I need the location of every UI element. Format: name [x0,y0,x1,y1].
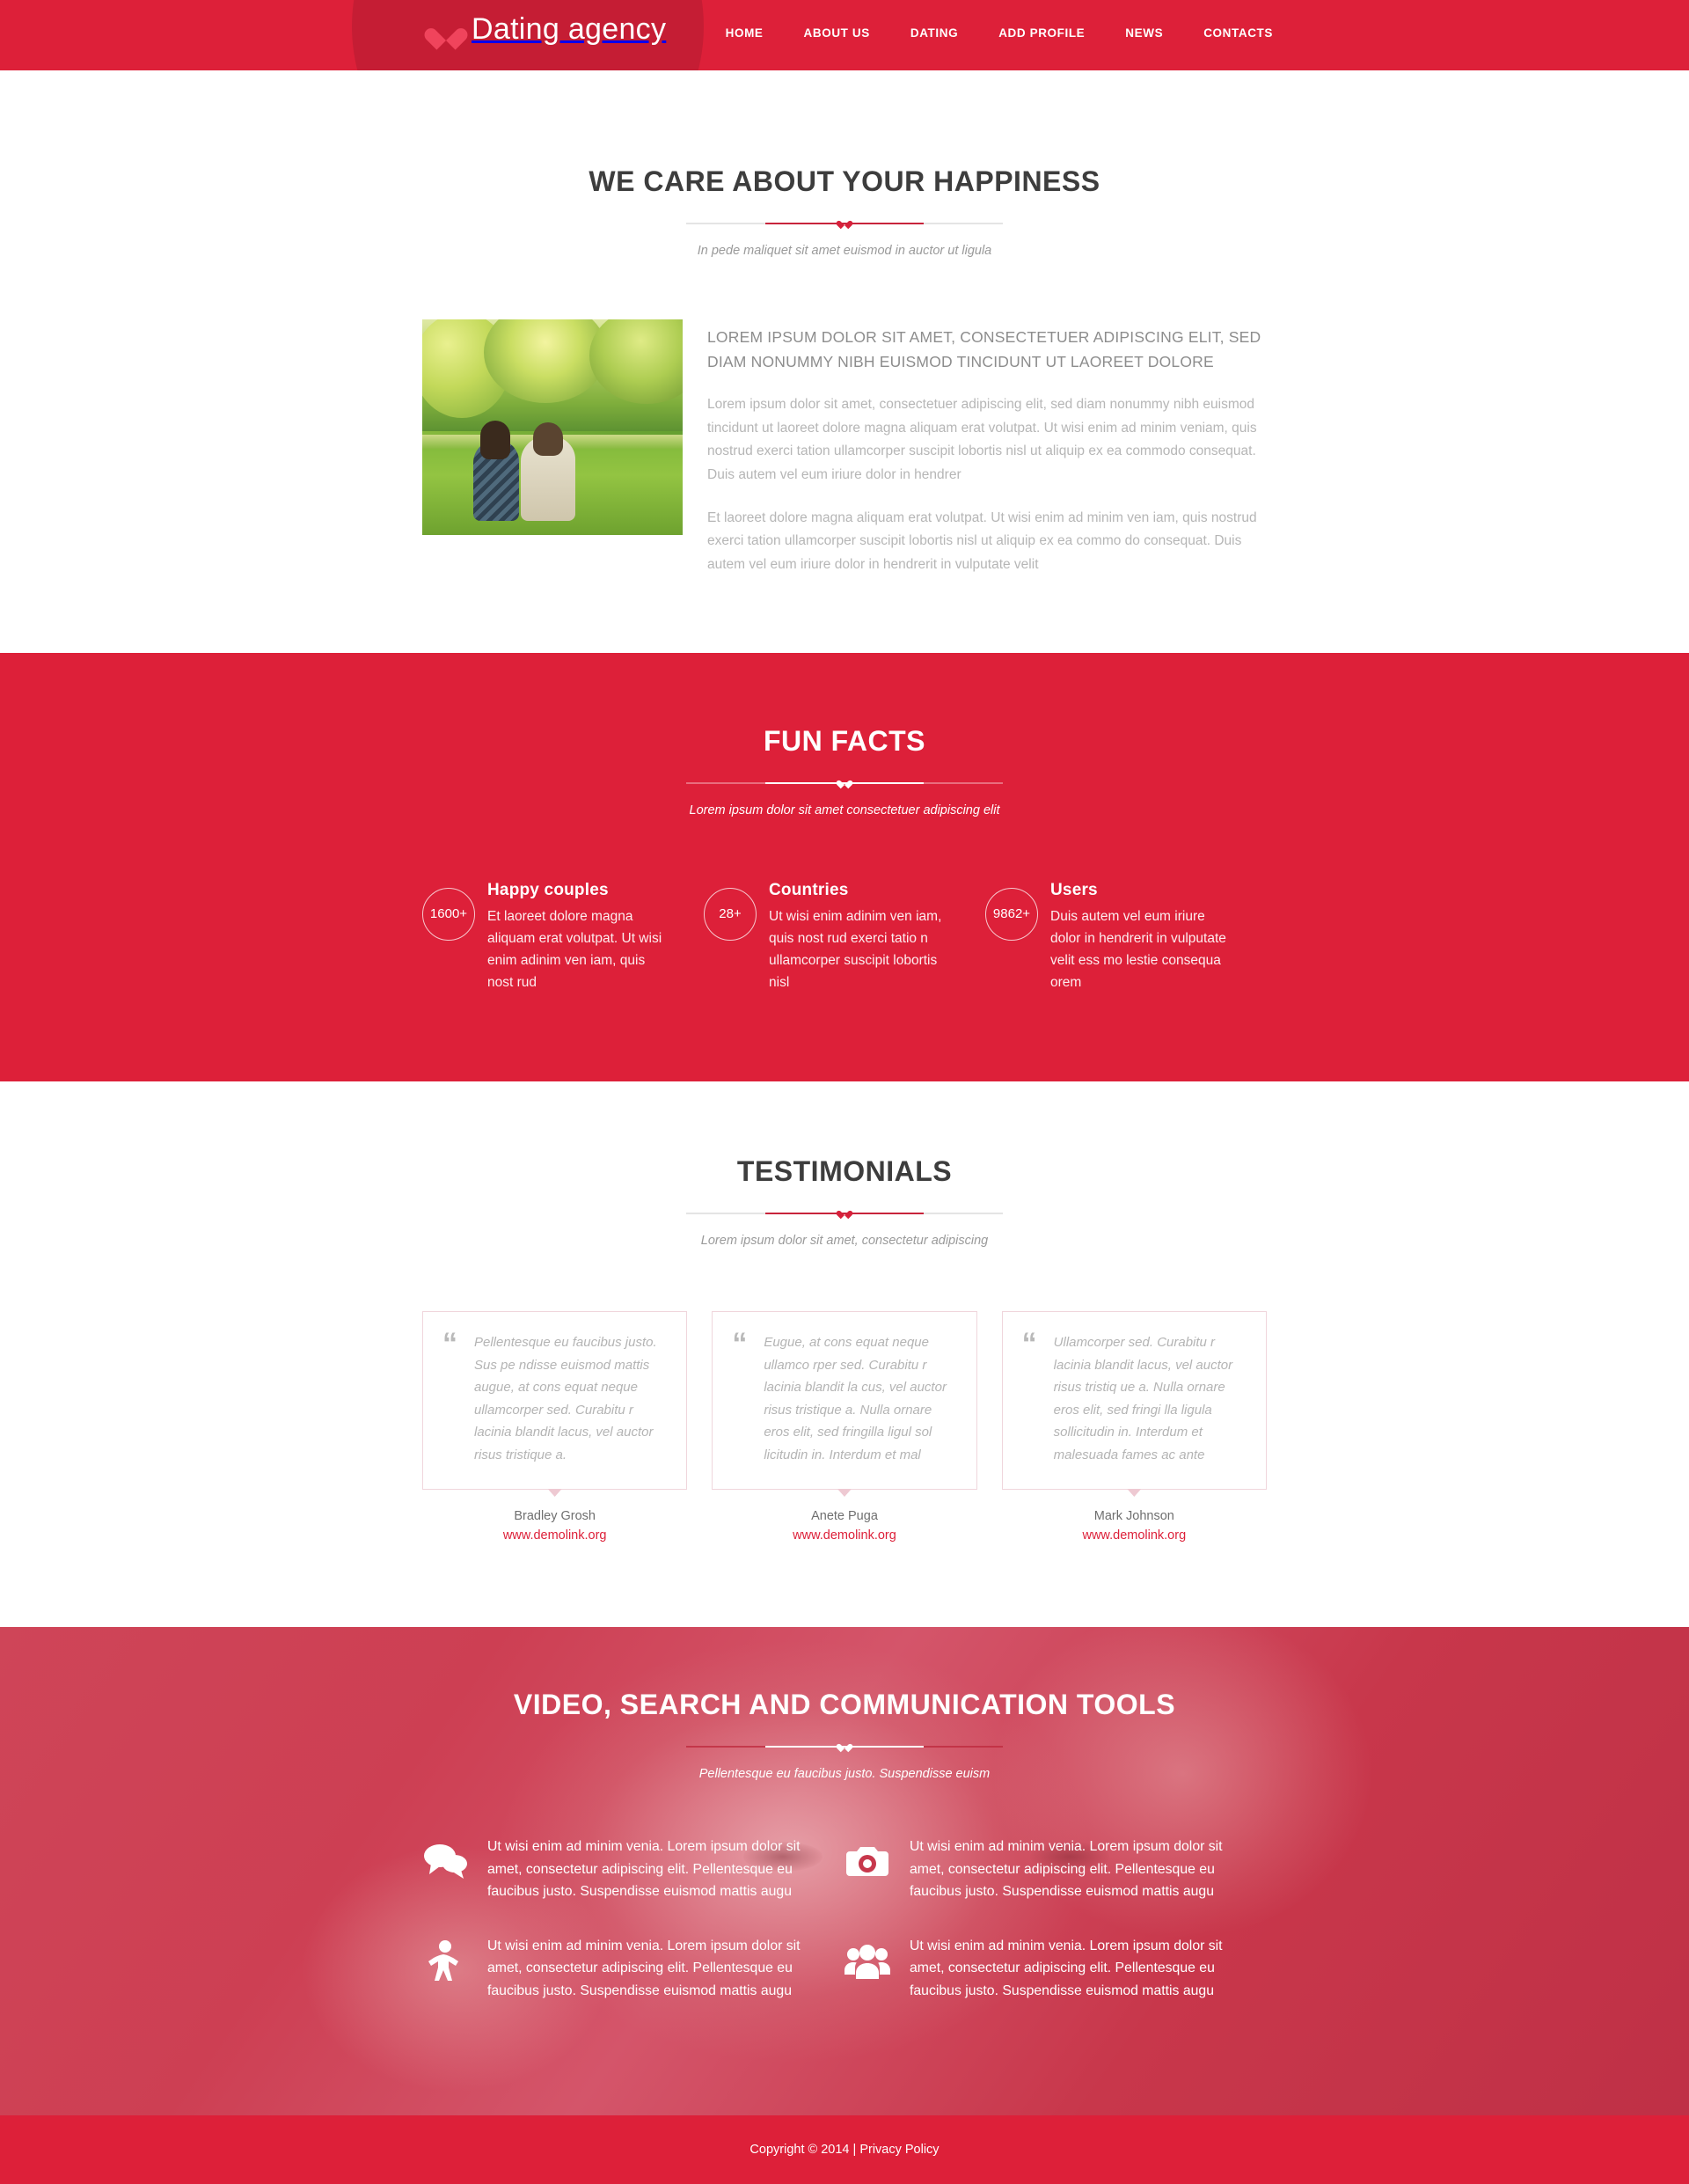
testimonials-subtitle: Lorem ipsum dolor sit amet, consectetur … [700,1234,989,1249]
nav-item-about-us[interactable]: ABOUT US [784,26,890,40]
fact-title: Happy couples [487,880,609,899]
main-navigation[interactable]: HOME ABOUT US DATING ADD PROFILE NEWS CO… [706,26,1293,40]
quote-icon: “ [1021,1327,1037,1361]
testimonials-divider [686,1206,1003,1221]
tool-text: Ut wisi enim ad minim venia. Lorem ipsum… [910,1839,1223,1900]
nav-item-add-profile[interactable]: ADD PROFILE [978,26,1105,40]
tools-section: VIDEO, SEARCH AND COMMUNICATION TOOLS Pe… [0,1627,1689,2115]
testimonials-title: TESTIMONIALS [736,1155,953,1188]
heart-icon [839,1207,850,1217]
fun-facts-list: 1600+ Happy couples Et laoreet dolore ma… [422,879,1267,993]
testimonial-author: Mark Johnson [1093,1509,1174,1524]
photo-couple [466,421,598,521]
heart-icon [839,1741,850,1750]
person-icon [422,1938,468,1984]
tools-subtitle: Pellentesque eu faucibus justo. Suspendi… [698,1767,991,1782]
tool-item-person: Ut wisi enim ad minim venia. Lorem ipsum… [422,1935,844,2034]
group-users-icon [844,1938,890,1984]
fact-text: Duis autem vel eum iriure dolor in hendr… [1050,908,1226,990]
testimonial-text: Eugue, at cons equat neque ullamco rper … [764,1335,947,1462]
site-logo-text: Dating agency [472,12,667,46]
tool-text: Ut wisi enim ad minim venia. Lorem ipsum… [910,1938,1223,1998]
about-paragraph-2: Et laoreet dolore magna aliquam erat vol… [707,509,1257,572]
about-photo [422,319,683,535]
testimonial-link[interactable]: www.demolink.org [1002,1528,1267,1543]
testimonial-link[interactable]: www.demolink.org [712,1528,976,1543]
fact-item-users: 9862+ Users Duis autem vel eum iriure do… [985,879,1267,993]
fact-count-badge: 1600+ [422,887,475,941]
testimonial-quote-box: “ Ullamcorper sed. Curabitu r lacinia bl… [1001,1311,1267,1491]
about-divider [686,216,1003,231]
nav-item-contacts[interactable]: CONTACTS [1183,26,1293,40]
tool-text: Ut wisi enim ad minim venia. Lorem ipsum… [487,1938,801,1998]
fact-item-happy-couples: 1600+ Happy couples Et laoreet dolore ma… [422,879,704,993]
testimonial-quote-box: “ Pellentesque eu faucibus justo. Sus pe… [422,1311,688,1491]
quote-icon: “ [442,1327,457,1361]
fun-facts-subtitle: Lorem ipsum dolor sit amet consectetuer … [689,803,1000,817]
tools-list: Ut wisi enim ad minim venia. Lorem ipsum… [422,1836,1267,2034]
quote-icon: “ [732,1327,747,1361]
tool-item-camera: Ut wisi enim ad minim venia. Lorem ipsum… [844,1836,1267,1935]
nav-item-home[interactable]: HOME [706,26,784,40]
testimonial-author: Bradley Grosh [514,1509,596,1524]
nav-item-news[interactable]: NEWS [1105,26,1183,40]
fun-facts-divider [686,775,1003,791]
heart-icon [839,217,850,227]
testimonial-item: “ Ullamcorper sed. Curabitu r lacinia bl… [1001,1311,1267,1543]
site-footer: Copyright © 2014 | Privacy Policy [0,2114,1689,2184]
tool-text: Ut wisi enim ad minim venia. Lorem ipsum… [487,1839,801,1900]
about-heading: LOREM IPSUM DOLOR SIT AMET, CONSECTETUER… [707,328,1261,370]
testimonial-link[interactable]: www.demolink.org [422,1528,687,1543]
footer-copyright-text: Copyright © 2014 | [749,2142,860,2157]
fact-count-badge: 9862+ [985,887,1038,941]
about-text-block: LOREM IPSUM DOLOR SIT AMET, CONSECTETUER… [707,319,1267,577]
fact-title: Countries [769,880,849,899]
about-subtitle: In pede maliquet sit amet euismod in auc… [697,244,992,258]
testimonial-item: “ Eugue, at cons equat neque ullamco rpe… [712,1311,977,1543]
about-title: WE CARE ABOUT YOUR HAPPINESS [589,165,1100,197]
fun-facts-title: FUN FACTS [763,724,926,757]
fact-count-badge: 28+ [704,887,757,941]
camera-icon [844,1839,890,1885]
fact-text: Ut wisi enim adinim ven iam, quis nost r… [769,908,942,990]
fact-title: Users [1050,880,1098,899]
testimonial-text: Pellentesque eu faucibus justo. Sus pe n… [474,1335,657,1462]
site-header: Dating agency HOME ABOUT US DATING ADD P… [0,0,1689,70]
fact-item-countries: 28+ Countries Ut wisi enim adinim ven ia… [704,879,985,993]
testimonial-item: “ Pellentesque eu faucibus justo. Sus pe… [422,1311,688,1543]
heart-icon [433,18,459,42]
heart-icon [839,777,850,787]
testimonial-author: Anete Puga [811,1509,878,1524]
tool-item-chat: Ut wisi enim ad minim venia. Lorem ipsum… [422,1836,844,1935]
fact-text: Et laoreet dolore magna aliquam erat vol… [487,908,662,990]
tools-divider [686,1739,1003,1755]
tool-item-group: Ut wisi enim ad minim venia. Lorem ipsum… [844,1935,1267,2034]
site-logo[interactable]: Dating agency [433,12,666,47]
about-section: WE CARE ABOUT YOUR HAPPINESS In pede mal… [0,70,1689,653]
photo-person-right-head [533,422,563,456]
chat-bubbles-icon [422,1839,468,1885]
nav-item-dating[interactable]: DATING [890,26,978,40]
footer-copyright: Copyright © 2014 | Privacy Policy [749,2143,939,2157]
tools-title: VIDEO, SEARCH AND COMMUNICATION TOOLS [513,1689,1176,1721]
testimonial-quote-box: “ Eugue, at cons equat neque ullamco rpe… [712,1311,977,1491]
testimonial-text: Ullamcorper sed. Curabitu r lacinia blan… [1053,1335,1233,1462]
testimonials-list: “ Pellentesque eu faucibus justo. Sus pe… [422,1311,1267,1543]
about-paragraph-1: Lorem ipsum dolor sit amet, consectetuer… [707,397,1257,482]
privacy-policy-link[interactable]: Privacy Policy [859,2143,939,2157]
testimonials-section: TESTIMONIALS Lorem ipsum dolor sit amet,… [0,1081,1689,1628]
fun-facts-section: FUN FACTS Lorem ipsum dolor sit amet con… [0,652,1689,1082]
photo-person-left-head [480,421,510,459]
